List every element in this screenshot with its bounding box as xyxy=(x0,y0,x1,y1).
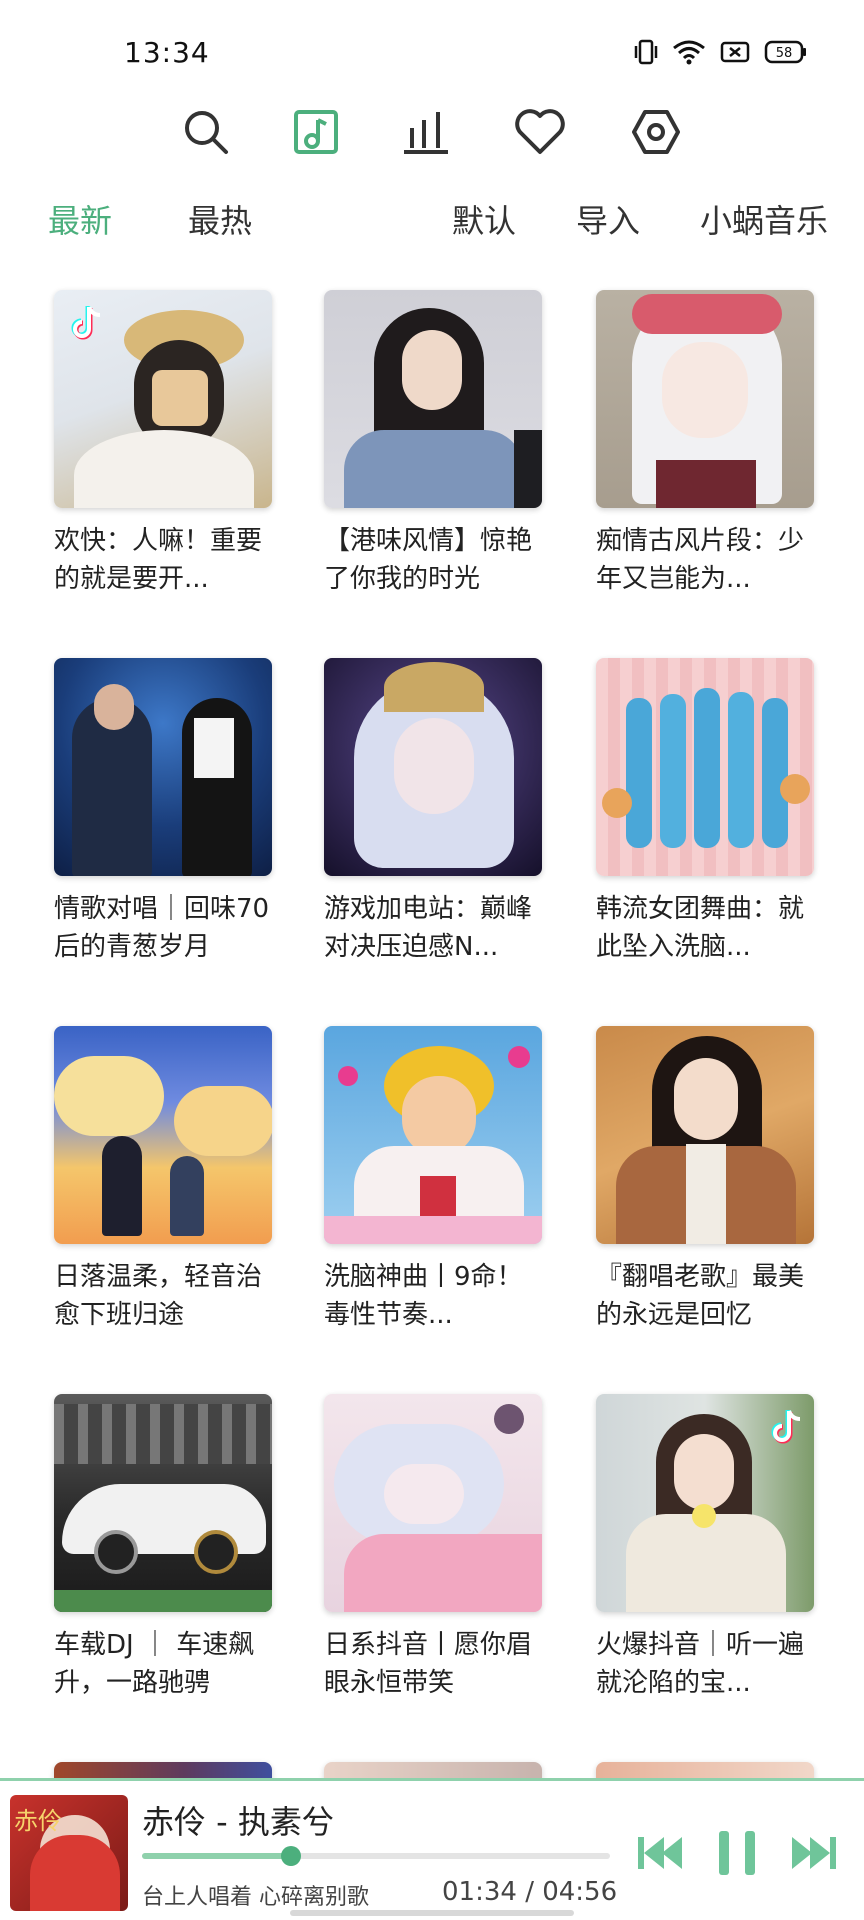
pause-button[interactable] xyxy=(712,1825,762,1881)
playlist-card[interactable]: 【港味风情】惊艳了你我的时光 xyxy=(324,290,542,598)
playlist-title: 【港味风情】惊艳了你我的时光 xyxy=(324,526,533,594)
status-time: 13:34 xyxy=(124,36,210,69)
playlist-cover xyxy=(596,658,814,876)
playlist-card[interactable]: 日落温柔，轻音治愈下班归途 xyxy=(54,1026,272,1334)
player-lyric: 台上人唱着 心碎离别歌 xyxy=(142,1885,369,1910)
category-tabs: 最新 最热 默认 导入 小蜗音乐 xyxy=(0,196,864,252)
playlist-title: 『翻唱老歌』最美的永远是回忆 xyxy=(596,1262,805,1330)
pause-icon xyxy=(719,1831,755,1875)
next-icon xyxy=(792,1837,836,1869)
playlist-card[interactable]: 痴情古风片段：少年又岂能为... xyxy=(596,290,814,598)
tab-xiaowo-music[interactable]: 小蜗音乐 xyxy=(700,196,828,242)
playlist-cover xyxy=(324,658,542,876)
chart-button[interactable] xyxy=(398,104,454,160)
settings-icon xyxy=(632,110,680,154)
sim-off-icon xyxy=(720,41,750,63)
playlist-title: 游戏加电站：巅峰对决压迫感N... xyxy=(324,894,533,962)
playlist-title: 韩流女团舞曲：就此坠入洗脑... xyxy=(596,894,805,962)
player-cover-text: 赤伶 xyxy=(14,1807,62,1835)
settings-button[interactable] xyxy=(628,104,684,160)
playlist-card[interactable]: 欢快：人嘛！重要的就是要开... xyxy=(54,290,272,598)
playlist-card[interactable]: 洗脑神曲丨9命！毒性节奏... xyxy=(324,1026,542,1334)
music-library-button[interactable] xyxy=(288,104,344,160)
favorite-icon xyxy=(515,109,565,154)
previous-icon xyxy=(638,1837,682,1869)
wifi-icon xyxy=(673,40,705,65)
player-time: 01:34 / 04:56 xyxy=(442,1877,618,1907)
mini-player[interactable]: 赤伶 赤伶 - 执素兮 台上人唱着 心碎离别歌 01:34 / 04:56 xyxy=(0,1778,864,1920)
playlist-card[interactable]: 车载DJ ｜ 车速飙升，一路驰骋 xyxy=(54,1394,272,1702)
playlist-cover xyxy=(596,290,814,508)
progress-fill xyxy=(142,1853,292,1859)
playlist-cover xyxy=(54,1026,272,1244)
favorite-button[interactable] xyxy=(512,104,568,160)
player-song-title: 赤伶 - 执素兮 xyxy=(142,1803,334,1841)
playlist-title: 日系抖音丨愿你眉眼永恒带笑 xyxy=(324,1630,533,1698)
playlist-card[interactable]: 日系抖音丨愿你眉眼永恒带笑 xyxy=(324,1394,542,1702)
previous-button[interactable] xyxy=(636,1825,686,1881)
tab-newest[interactable]: 最新 xyxy=(48,196,112,242)
music-library-icon xyxy=(294,110,338,154)
playlist-card[interactable]: 情歌对唱｜回味70后的青葱岁月 xyxy=(54,658,272,966)
playlist-title: 日落温柔，轻音治愈下班归途 xyxy=(54,1262,263,1330)
tiktok-icon xyxy=(71,306,101,340)
tab-hottest[interactable]: 最热 xyxy=(188,196,252,242)
playlist-title: 火爆抖音｜听一遍就沦陷的宝... xyxy=(596,1630,805,1698)
tab-import[interactable]: 导入 xyxy=(576,196,640,242)
playlist-cover xyxy=(596,1394,814,1612)
playlist-card[interactable]: 『翻唱老歌』最美的永远是回忆 xyxy=(596,1026,814,1334)
playlist-cover xyxy=(324,1394,542,1612)
progress-knob[interactable] xyxy=(281,1846,302,1866)
playlist-cover xyxy=(324,290,542,508)
playlist-title: 欢快：人嘛！重要的就是要开... xyxy=(54,526,263,594)
home-indicator[interactable] xyxy=(290,1910,574,1916)
tab-default[interactable]: 默认 xyxy=(452,196,516,242)
next-button[interactable] xyxy=(788,1825,838,1881)
playlist-title: 洗脑神曲丨9命！毒性节奏... xyxy=(324,1262,523,1330)
playlist-cover xyxy=(596,1026,814,1244)
search-icon xyxy=(185,111,228,154)
search-button[interactable] xyxy=(178,104,234,160)
chart-icon xyxy=(404,112,448,154)
playlist-card[interactable]: 火爆抖音｜听一遍就沦陷的宝... xyxy=(596,1394,814,1702)
status-bar: 13:34 58 xyxy=(0,0,864,110)
playlist-card[interactable]: 韩流女团舞曲：就此坠入洗脑... xyxy=(596,658,814,966)
status-icons: 58 xyxy=(634,38,808,66)
playlist-title: 车载DJ ｜ 车速飙升，一路驰骋 xyxy=(54,1630,255,1698)
battery-icon: 58 xyxy=(764,40,806,64)
playlist-cover xyxy=(324,1026,542,1244)
progress-bar[interactable] xyxy=(142,1846,610,1866)
top-nav xyxy=(0,96,864,166)
playlist-card[interactable]: 游戏加电站：巅峰对决压迫感N... xyxy=(324,658,542,966)
playlist-title: 情歌对唱｜回味70后的青葱岁月 xyxy=(54,894,270,962)
playlist-title: 痴情古风片段：少年又岂能为... xyxy=(596,526,805,594)
playlist-cover xyxy=(54,658,272,876)
playlist-cover xyxy=(54,1394,272,1612)
player-cover[interactable]: 赤伶 xyxy=(10,1795,128,1911)
battery-level: 58 xyxy=(776,46,793,61)
tiktok-icon xyxy=(771,1410,801,1444)
vibrate-icon xyxy=(634,39,658,65)
playlist-cover xyxy=(54,290,272,508)
